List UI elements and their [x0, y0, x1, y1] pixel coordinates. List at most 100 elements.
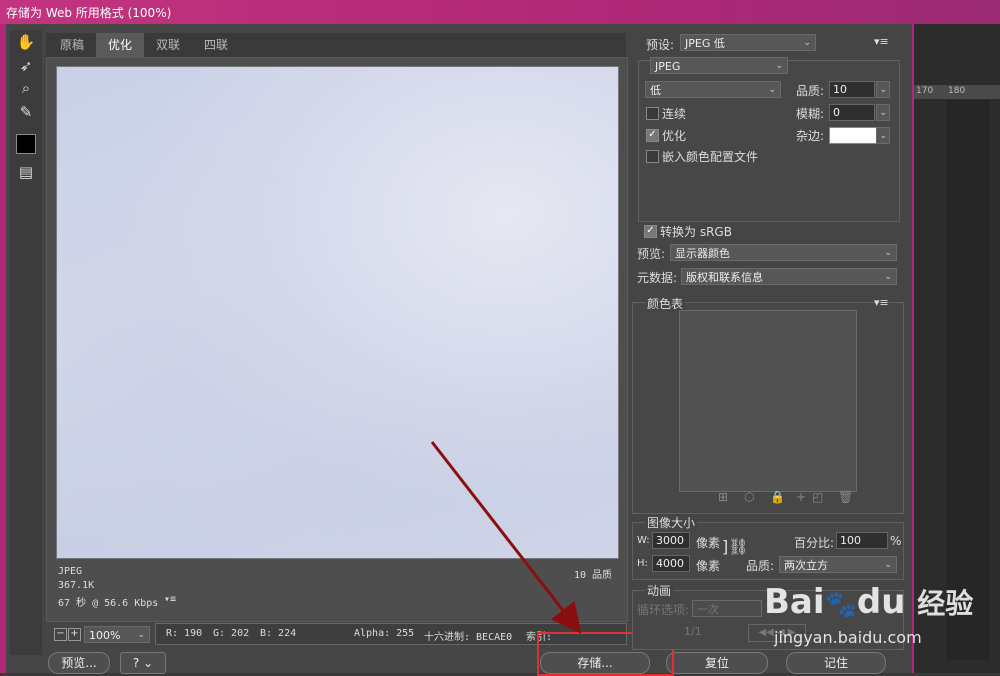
- matte-color-swatch[interactable]: [829, 127, 877, 144]
- animation-title: 动画: [645, 582, 674, 599]
- baidu-watermark: Bai🐾du 经验 jingyan.baidu.com: [760, 566, 1000, 666]
- loop-select[interactable]: 一次: [692, 600, 762, 617]
- status-g: G: 202: [213, 628, 250, 639]
- percent-field[interactable]: 100: [836, 532, 888, 549]
- embed-profile-label: 嵌入颜色配置文件: [662, 150, 759, 164]
- format-select[interactable]: JPEG ⌄: [650, 57, 788, 74]
- status-r: R: 190: [166, 628, 203, 639]
- watermark-brand: Bai: [764, 582, 825, 622]
- ruler: 170 180: [914, 85, 1000, 99]
- chevron-down-icon: ⌄: [803, 38, 811, 48]
- chevron-down-icon: ⌄: [137, 630, 145, 640]
- chevron-down-icon: ⌄: [879, 108, 887, 118]
- cube-icon[interactable]: ⬡: [744, 490, 754, 504]
- tool-panel: ✋ ➶ ⌕ ✎ ▤: [10, 30, 42, 655]
- lock-icon[interactable]: 🔒: [770, 490, 785, 504]
- blur-label: 模糊:: [796, 107, 825, 121]
- menu-icon[interactable]: ▾≡: [874, 35, 889, 48]
- blur-field[interactable]: 0: [829, 104, 875, 121]
- height-field[interactable]: 4000: [652, 555, 690, 572]
- watermark-logo: Bai🐾du 经验: [764, 582, 973, 622]
- chevron-down-icon: ⌄: [768, 85, 776, 95]
- toggle-slices-icon[interactable]: ▤: [14, 162, 38, 182]
- tab-original[interactable]: 原稿: [48, 33, 96, 57]
- window-border: [0, 24, 6, 673]
- metadata-label: 元数据:: [637, 271, 678, 285]
- width-unit: 像素: [696, 536, 721, 550]
- file-size-info: 367.1K: [58, 580, 95, 591]
- trash-icon[interactable]: 🗑: [838, 490, 853, 504]
- zoom-icon[interactable]: ⌕: [14, 78, 38, 98]
- convert-srgb-checkbox[interactable]: ✓: [644, 225, 657, 238]
- progressive-label: 连续: [662, 107, 687, 121]
- quality-field[interactable]: 10: [829, 81, 875, 98]
- new-color-icon[interactable]: ◰: [812, 490, 823, 504]
- status-b: B: 224: [260, 628, 297, 639]
- watermark-brand-suffix: du: [856, 582, 906, 622]
- watermark-jingyan: 经验: [917, 587, 974, 620]
- zoom-in-button[interactable]: +: [68, 628, 81, 641]
- convert-srgb-label: 转换为 sRGB: [660, 225, 732, 239]
- quality-preset-select[interactable]: 低 ⌄: [645, 81, 781, 98]
- quality-dropdown[interactable]: ⌄: [876, 81, 890, 98]
- add-color-icon[interactable]: +: [796, 490, 806, 504]
- watermark-url: jingyan.baidu.com: [774, 628, 922, 647]
- zoom-select[interactable]: 100% ⌄: [84, 626, 150, 643]
- optimized-checkbox[interactable]: ✓: [646, 129, 659, 142]
- quality-preset-value: 低: [650, 84, 661, 97]
- tab-4up[interactable]: 四联: [192, 33, 240, 57]
- color-swatch-icon[interactable]: [14, 134, 38, 154]
- loop-label: 循环选项:: [637, 603, 690, 617]
- hand-icon[interactable]: ✋: [14, 32, 38, 52]
- tab-2up[interactable]: 双联: [144, 33, 192, 57]
- percent-label: 百分比:: [794, 536, 835, 550]
- chevron-down-icon: ⌄: [884, 248, 892, 258]
- progressive-checkbox[interactable]: [646, 107, 659, 120]
- preset-label: 预设:: [646, 38, 675, 52]
- download-menu-icon[interactable]: ▾≡: [164, 594, 176, 605]
- link-icon[interactable]: ]⛓: [722, 537, 749, 556]
- chevron-down-icon: ⌄: [879, 85, 887, 95]
- reset-button[interactable]: 复位: [666, 652, 768, 674]
- help-button[interactable]: ? ⌄: [120, 652, 166, 674]
- preview-image[interactable]: [56, 66, 619, 559]
- preset-value: JPEG 低: [685, 37, 725, 50]
- color-table: [679, 310, 857, 492]
- chevron-down-icon: ⌄: [775, 61, 783, 71]
- preview-mode-label: 预览:: [637, 247, 666, 261]
- preview-mode-select[interactable]: 显示器颜色 ⌄: [670, 244, 897, 261]
- frame-counter: 1/1: [684, 625, 702, 638]
- chevron-down-icon: ⌄: [879, 131, 887, 141]
- ruler-tick: 180: [948, 86, 966, 96]
- ruler-tick: 170: [916, 86, 934, 96]
- embed-profile-checkbox[interactable]: [646, 150, 659, 163]
- paw-icon: 🐾: [824, 590, 857, 620]
- height-unit: 像素: [696, 559, 721, 573]
- width-label: W:: [637, 535, 650, 546]
- status-alpha: Alpha: 255: [354, 628, 415, 639]
- title-bar: 存储为 Web 所用格式 (100%): [0, 0, 1000, 24]
- eyedropper-icon[interactable]: ✎: [14, 102, 38, 122]
- chevron-down-icon: ⌄: [884, 272, 892, 282]
- matte-label: 杂边:: [796, 129, 825, 143]
- zoom-value: 100%: [89, 629, 121, 642]
- slice-select-icon[interactable]: ➶: [14, 56, 38, 76]
- matte-dropdown[interactable]: ⌄: [876, 127, 890, 144]
- metadata-select[interactable]: 版权和联系信息 ⌄: [681, 268, 897, 285]
- web-shift-icon[interactable]: ⊞: [718, 490, 728, 504]
- window-title: 存储为 Web 所用格式 (100%): [6, 6, 172, 20]
- preview-mode-value: 显示器颜色: [675, 247, 730, 260]
- status-hex: 十六进制: BECAE0: [424, 632, 513, 643]
- view-tabs: 原稿 优化 双联 四联: [46, 33, 626, 57]
- quality-label: 品质:: [796, 84, 825, 98]
- zoom-out-button[interactable]: −: [54, 628, 67, 641]
- tab-optimized[interactable]: 优化: [96, 33, 144, 57]
- preview-button[interactable]: 预览...: [48, 652, 110, 674]
- height-label: H:: [637, 558, 648, 569]
- blur-dropdown[interactable]: ⌄: [876, 104, 890, 121]
- width-field[interactable]: 3000: [652, 532, 690, 549]
- format-value: JPEG: [655, 60, 681, 73]
- quality-info: 10 品质: [574, 570, 613, 581]
- menu-icon[interactable]: ▾≡: [874, 296, 889, 309]
- preset-select[interactable]: JPEG 低 ⌄: [680, 34, 816, 51]
